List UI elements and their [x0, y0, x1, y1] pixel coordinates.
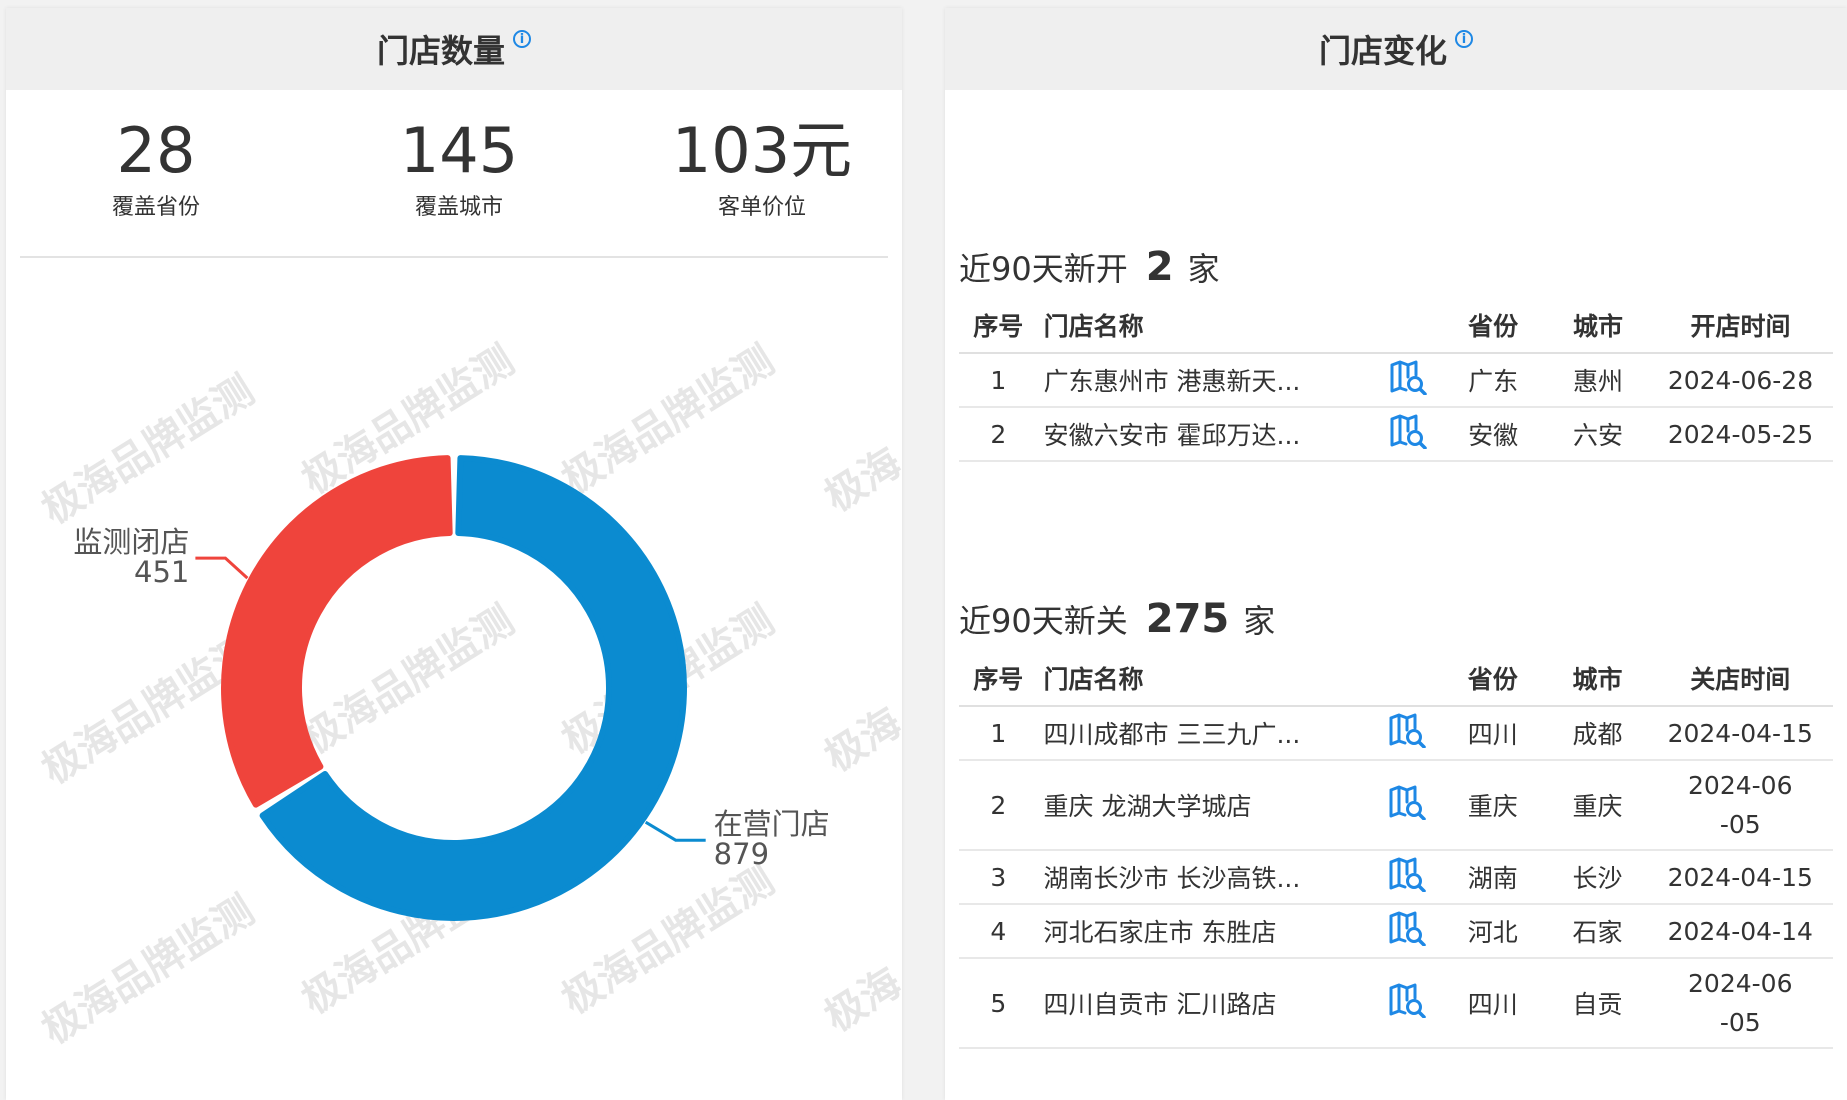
row-province: 湖南	[1437, 850, 1548, 905]
new-stores-prefix: 近90天新开	[959, 250, 1128, 288]
store-status-donut-chart: 在营门店879 监测闭店451	[73, 455, 830, 921]
col-index: 序号	[959, 651, 1038, 707]
new-stores-body: 1 广东惠州市 港惠新天... 广东 惠州 2024-06-28 2 安徽六安市 霍邱万达.…	[959, 353, 1833, 462]
closed-stores-table: 序号 门店名称 省份 城市 关店时间 1 四川成都市 三三九广... 四川 成都 202…	[959, 651, 1833, 1049]
row-province: 重庆	[1437, 760, 1548, 851]
table-row[interactable]: 2 重庆 龙湖大学城店 重庆 重庆 2024-06-05	[959, 760, 1833, 851]
row-index: 2	[959, 760, 1038, 851]
closed-stores-suffix: 家	[1243, 602, 1276, 640]
closed-stores-heading: 近90天新关 275 家	[959, 596, 1275, 642]
table-row[interactable]: 1 四川成都市 三三九广... 四川 成都 2024-04-15	[959, 706, 1833, 761]
row-province: 四川	[1437, 706, 1548, 761]
row-city: 石家	[1547, 904, 1648, 959]
row-index: 1	[959, 706, 1038, 761]
row-map-cell	[1376, 407, 1439, 462]
row-city: 六安	[1547, 407, 1648, 462]
leader-line-open-stores	[644, 820, 706, 842]
map-search-icon[interactable]	[1388, 856, 1426, 898]
row-map-cell	[1376, 850, 1438, 905]
row-date: 2024-04-15	[1647, 706, 1833, 761]
new-stores-suffix: 家	[1187, 250, 1220, 288]
row-date: 2024-06-28	[1647, 353, 1833, 408]
row-map-cell	[1376, 353, 1439, 408]
row-date: 2024-06-05	[1647, 958, 1833, 1049]
store-change-header: 门店变化 i	[945, 8, 1847, 90]
row-store-name[interactable]: 四川成都市 三三九广...	[1037, 706, 1377, 761]
row-map-cell	[1376, 958, 1438, 1049]
row-province: 广东	[1438, 353, 1548, 408]
row-province: 河北	[1437, 904, 1548, 959]
info-icon[interactable]: i	[1455, 30, 1473, 48]
closed-stores-count: 275	[1145, 596, 1230, 642]
leader-line-closed-stores	[195, 556, 249, 580]
store-change-panel: 门店变化 i 近90天新开 2 家 序号 门店名称 省份 城市 开店时间 1 广东惠州…	[945, 8, 1847, 1100]
col-province: 省份	[1438, 298, 1548, 354]
row-map-cell	[1376, 760, 1438, 851]
row-index: 2	[959, 407, 1038, 462]
map-search-icon[interactable]	[1388, 982, 1426, 1024]
col-province: 省份	[1437, 651, 1548, 707]
row-index: 5	[959, 958, 1038, 1049]
table-row[interactable]: 4 河北石家庄市 东胜店 河北 石家 2024-04-14	[959, 904, 1833, 959]
row-date: 2024-05-25	[1647, 407, 1833, 462]
col-index: 序号	[959, 298, 1038, 354]
new-stores-count: 2	[1145, 244, 1174, 290]
row-date: 2024-06-05	[1647, 760, 1833, 851]
row-index: 3	[959, 850, 1038, 905]
col-store-name: 门店名称	[1037, 651, 1377, 707]
new-stores-table: 序号 门店名称 省份 城市 开店时间 1 广东惠州市 港惠新天... 广东 惠州 202…	[959, 298, 1833, 462]
store-change-title: 门店变化	[1318, 32, 1447, 70]
table-row[interactable]: 1 广东惠州市 港惠新天... 广东 惠州 2024-06-28	[959, 353, 1833, 408]
row-store-name[interactable]: 广东惠州市 港惠新天...	[1037, 353, 1377, 408]
col-store-name: 门店名称	[1037, 298, 1377, 354]
map-search-icon[interactable]	[1388, 910, 1426, 952]
col-city: 城市	[1547, 651, 1648, 707]
table-row[interactable]: 5 四川自贡市 汇川路店 四川 自贡 2024-06-05	[959, 958, 1833, 1049]
row-city: 惠州	[1547, 353, 1648, 408]
label-closed-stores-value: 451	[134, 555, 189, 589]
slice-closed-stores[interactable]	[221, 455, 453, 808]
row-province: 安徽	[1438, 407, 1548, 462]
row-city: 长沙	[1547, 850, 1648, 905]
col-map	[1376, 651, 1438, 707]
store-count-panel: 门店数量 i 28 覆盖省份 145 覆盖城市 103元 客单价位 极海品牌监测…	[6, 8, 902, 1100]
row-map-cell	[1376, 706, 1438, 761]
row-city: 重庆	[1547, 760, 1648, 851]
map-search-icon[interactable]	[1389, 413, 1427, 455]
row-store-name[interactable]: 安徽六安市 霍邱万达...	[1037, 407, 1377, 462]
label-open-stores-value: 879	[714, 837, 769, 871]
row-store-name[interactable]: 河北石家庄市 东胜店	[1037, 904, 1377, 959]
row-date: 2024-04-15	[1647, 850, 1833, 905]
row-city: 成都	[1547, 706, 1648, 761]
new-stores-heading: 近90天新开 2 家	[959, 244, 1220, 290]
closed-stores-body: 1 四川成都市 三三九广... 四川 成都 2024-04-15 2 重庆 龙湖大学城店 重庆…	[959, 706, 1833, 1049]
table-header-row: 序号 门店名称 省份 城市 关店时间	[959, 651, 1833, 707]
col-map	[1376, 298, 1439, 354]
label-open-stores-name: 在营门店	[714, 807, 830, 841]
map-search-icon[interactable]	[1388, 784, 1426, 826]
row-store-name[interactable]: 湖南长沙市 长沙高铁...	[1037, 850, 1377, 905]
table-row[interactable]: 2 安徽六安市 霍邱万达... 安徽 六安 2024-05-25	[959, 407, 1833, 462]
row-province: 四川	[1437, 958, 1548, 1049]
col-city: 城市	[1547, 298, 1648, 354]
row-map-cell	[1376, 904, 1438, 959]
map-search-icon[interactable]	[1388, 712, 1426, 754]
closed-stores-prefix: 近90天新关	[959, 602, 1128, 640]
map-search-icon[interactable]	[1389, 359, 1427, 401]
col-date: 关店时间	[1647, 651, 1833, 707]
row-date: 2024-04-14	[1647, 904, 1833, 959]
row-index: 4	[959, 904, 1038, 959]
col-date: 开店时间	[1647, 298, 1833, 354]
table-row[interactable]: 3 湖南长沙市 长沙高铁... 湖南 长沙 2024-04-15	[959, 850, 1833, 905]
row-index: 1	[959, 353, 1038, 408]
row-city: 自贡	[1547, 958, 1648, 1049]
row-store-name[interactable]: 重庆 龙湖大学城店	[1037, 760, 1377, 851]
row-store-name[interactable]: 四川自贡市 汇川路店	[1037, 958, 1377, 1049]
label-closed-stores-name: 监测闭店	[73, 525, 189, 559]
table-header-row: 序号 门店名称 省份 城市 开店时间	[959, 298, 1833, 354]
